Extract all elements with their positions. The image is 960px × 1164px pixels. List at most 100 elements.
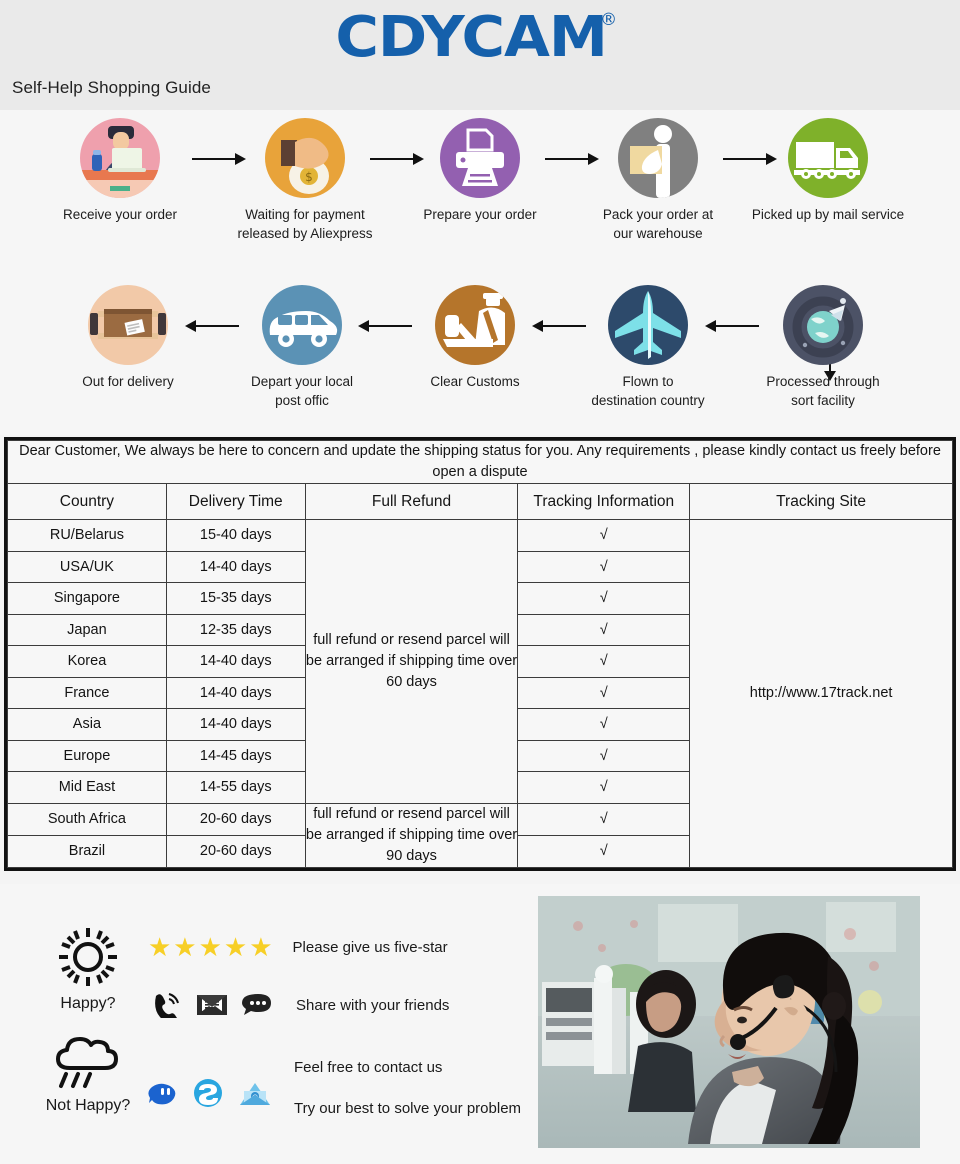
flow-step-clear-customs: Clear Customs (380, 285, 570, 391)
flow-step-flown-to-destination: Flown to destination country (553, 285, 743, 410)
cell-country: France (7, 676, 167, 709)
page-title: Self-Help Shopping Guide (12, 78, 211, 97)
printer-icon (440, 118, 520, 198)
cell-tracking: √ (517, 613, 691, 646)
cell-country: Brazil (7, 834, 167, 868)
cell-country: USA/UK (7, 550, 167, 583)
cell-country: Asia (7, 708, 167, 741)
flow-step-label: Waiting for payment released by Aliexpres… (237, 207, 373, 241)
cell-refund-policy-90: full refund or resend parcel will be arr… (304, 802, 519, 868)
flow-step-label: Depart your local post offic (250, 374, 354, 408)
column-header-full-refund: Full Refund (304, 483, 519, 520)
flow-step-waiting-payment: $ Waiting for payment released by Aliexpr… (210, 118, 400, 243)
column-header-country: Country (7, 483, 167, 520)
flow-step-label: Flown to destination country (591, 374, 705, 408)
delivery-truck-icon (788, 118, 868, 198)
airplane-icon (608, 285, 688, 365)
cell-delivery-time: 12-35 days (165, 613, 306, 646)
shipping-table-container: Dear Customer, We always be here to conc… (4, 437, 956, 871)
envelope-icon[interactable] (196, 993, 228, 1017)
brand-logo: CDYCAM® (0, 8, 960, 74)
not-happy-block: Not Happy? (28, 1032, 148, 1115)
flow-step-label: Picked up by mail service (751, 207, 905, 222)
cell-country: Mid East (7, 771, 167, 804)
contact-icons-row: @ Feel free to contact us Try our best t… (148, 1059, 522, 1117)
flow-step-label: Clear Customs (430, 374, 520, 389)
cell-tracking: √ (517, 834, 691, 868)
flow-step-label: Receive your order (62, 207, 178, 222)
happy-mood: Happy? (28, 926, 148, 1013)
five-star-row: ★★★★★ Please give us five-star (148, 932, 448, 963)
shipping-process-flow: Receive your order $ Waiting for payment… (0, 110, 960, 435)
flow-step-out-for-delivery: Out for delivery (33, 285, 223, 391)
flow-step-label: Pack your order at our warehouse (602, 207, 714, 241)
shipping-table: Dear Customer, We always be here to conc… (7, 440, 953, 868)
flow-step-receive-order: Receive your order (25, 118, 215, 224)
cell-delivery-time: 14-45 days (165, 739, 306, 772)
cell-tracking: √ (517, 582, 691, 615)
cell-tracking-site: http://www.17track.net (689, 519, 953, 868)
aliexpress-message-icon[interactable] (148, 1079, 178, 1107)
skype-icon[interactable] (192, 1077, 224, 1109)
cell-delivery-time: 14-40 days (165, 550, 306, 583)
cell-tracking: √ (517, 550, 691, 583)
flow-step-sort-facility: Processed through sort facility (728, 285, 918, 410)
hand-money-bag-icon: $ (265, 118, 345, 198)
worker-carrying-box-icon (618, 118, 698, 198)
cell-country: RU/Belarus (7, 519, 167, 552)
cell-tracking: √ (517, 771, 691, 804)
table-notice-row: Dear Customer, We always be here to conc… (7, 440, 953, 484)
sun-icon (59, 928, 117, 986)
sort-facility-globe-icon (783, 285, 863, 365)
flow-step-label: Processed through sort facility (766, 374, 880, 408)
customer-notice: Dear Customer, We always be here to conc… (7, 440, 953, 484)
rain-cloud-icon (56, 1037, 118, 1088)
column-header-tracking-information: Tracking Information (517, 483, 691, 520)
person-at-laptop-icon (80, 118, 160, 198)
cell-tracking: √ (517, 645, 691, 678)
cell-tracking: √ (517, 708, 691, 741)
customs-officer-icon (435, 285, 515, 365)
flow-step-picked-up: Picked up by mail service (733, 118, 923, 224)
cell-delivery-time: 20-60 days (165, 834, 306, 868)
share-text: Share with your friends (296, 996, 450, 1014)
table-row: RU/Belarus 15-40 days full refund or res… (7, 519, 953, 868)
table-header-row: Country Delivery Time Full Refund Tracki… (7, 483, 953, 520)
delivery-van-icon (262, 285, 342, 365)
flow-step-depart-post-office: Depart your local post offic (207, 285, 397, 410)
column-header-tracking-site: Tracking Site (689, 483, 953, 520)
logo-wordmark: CDYCAM (335, 5, 608, 70)
flow-step-label: Prepare your order (423, 207, 537, 222)
share-row: Share with your friends (152, 992, 449, 1018)
cell-delivery-time: 14-55 days (165, 771, 306, 804)
cell-country: Korea (7, 645, 167, 678)
happy-block: Happy? (28, 926, 148, 1013)
cell-country: Europe (7, 739, 167, 772)
cell-country: South Africa (7, 802, 167, 836)
flow-step-prepare-order: Prepare your order (385, 118, 575, 224)
cell-delivery-time: 15-35 days (165, 582, 306, 615)
cell-tracking: √ (517, 739, 691, 772)
chat-bubble-icon[interactable] (242, 992, 274, 1018)
five-star-text: Please give us five-star (292, 939, 448, 956)
cell-country: Japan (7, 613, 167, 646)
star-rating[interactable]: ★★★★★ (148, 932, 275, 963)
flow-step-label: Out for delivery (82, 374, 174, 389)
cell-tracking: √ (517, 802, 691, 836)
contact-text: Feel free to contact us (294, 1059, 443, 1076)
cell-delivery-time: 14-40 days (165, 708, 306, 741)
call-center-agent-photo (538, 896, 920, 1148)
page-header: CDYCAM® Self-Help Shopping Guide (0, 0, 960, 110)
happy-label: Happy? (60, 995, 116, 1012)
flow-step-pack-order: Pack your order at our warehouse (563, 118, 753, 243)
svg-text:$: $ (305, 170, 313, 184)
column-header-delivery-time: Delivery Time (165, 483, 306, 520)
cell-tracking: √ (517, 519, 691, 552)
not-happy-mood: Not Happy? (28, 1032, 148, 1115)
cell-refund-policy-60: full refund or resend parcel will be arr… (304, 519, 519, 804)
phone-ring-icon[interactable] (152, 992, 182, 1018)
solve-text: Try our best to solve your problem (294, 1100, 522, 1117)
cell-delivery-time: 14-40 days (165, 645, 306, 678)
email-icon[interactable]: @ (238, 1079, 272, 1107)
cell-tracking: √ (517, 676, 691, 709)
